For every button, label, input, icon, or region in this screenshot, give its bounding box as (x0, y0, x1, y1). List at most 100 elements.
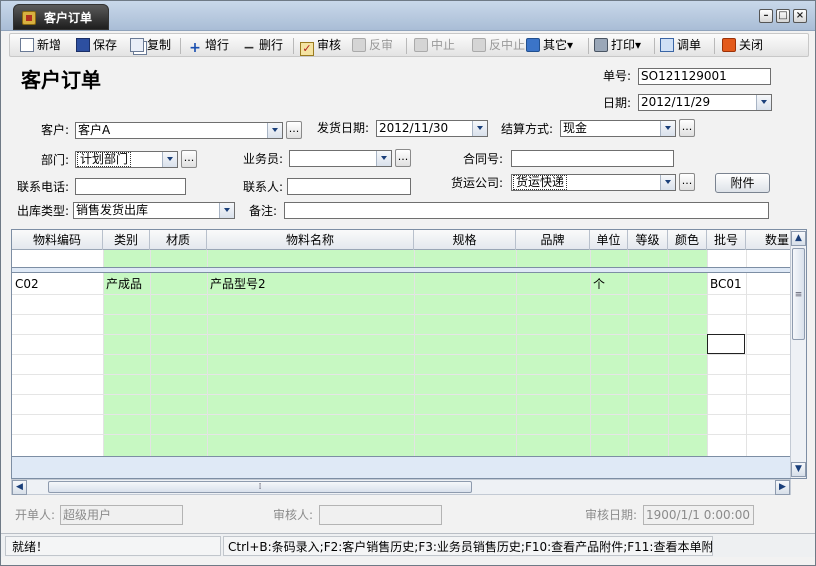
restore-icon[interactable]: □ (776, 9, 790, 23)
column-header-grade[interactable]: 等级 (628, 230, 668, 250)
unsuspend-button[interactable]: 反中止 (472, 35, 525, 55)
customer-select[interactable]: 客户A (75, 122, 283, 139)
scroll-up-icon[interactable]: ▲ (791, 231, 806, 246)
printer-icon (594, 38, 608, 52)
salesman-lookup-button[interactable]: ... (395, 149, 411, 167)
vertical-scrollbar[interactable]: ▲ ≡ ▼ (790, 230, 806, 478)
cell-material[interactable] (150, 274, 207, 294)
department-select[interactable]: 计划部门 (75, 151, 178, 168)
unsuspend-icon (472, 38, 486, 52)
chevron-down-icon[interactable] (376, 151, 391, 166)
adjust-button[interactable]: 调单 (660, 35, 701, 55)
remark-field[interactable] (284, 202, 769, 219)
ship-date-value: 2012/11/30 (379, 121, 449, 135)
settlement-select[interactable]: 现金 (560, 120, 676, 137)
outbound-type-select[interactable]: 销售发货出库 (73, 202, 235, 219)
cell-category[interactable]: 产成品 (103, 274, 150, 294)
order-window: 客户订单 – □ × 新增 保存 复制 + 增行 − 删行 ✓ 审核 反审 中止 反中… (0, 0, 816, 566)
cell-brand[interactable] (516, 274, 590, 294)
column-header-unit[interactable]: 单位 (590, 230, 628, 250)
print-button[interactable]: 打印▾ (594, 35, 641, 55)
suspend-button[interactable]: 中止 (414, 35, 455, 55)
remark-label: 备注: (248, 204, 277, 218)
delete-row-button[interactable]: − 删行 (242, 35, 283, 55)
column-header-qty[interactable]: 数量 (746, 230, 792, 250)
column-header-spec[interactable]: 规格 (414, 230, 516, 250)
new-button[interactable]: 新增 (20, 35, 61, 55)
cell-unit[interactable]: 个 (590, 274, 628, 294)
order-no-field[interactable]: SO121129001 (638, 68, 771, 85)
customer-lookup-button[interactable]: ... (286, 121, 302, 139)
phone-field[interactable] (75, 178, 186, 195)
chevron-down-icon[interactable] (219, 203, 234, 218)
active-cell-editor[interactable] (707, 334, 745, 354)
save-button[interactable]: 保存 (76, 35, 117, 55)
cell-name[interactable]: 产品型号2 (207, 274, 414, 294)
order-no-label: 单号: (602, 69, 631, 83)
contact-field[interactable] (287, 178, 411, 195)
chevron-down-icon[interactable] (267, 123, 282, 138)
chevron-down-icon[interactable] (660, 175, 675, 190)
horizontal-scroll-thumb[interactable]: ⁞ (48, 481, 472, 493)
scroll-right-icon[interactable]: ▶ (775, 480, 790, 495)
window-tab[interactable]: 客户订单 (13, 4, 109, 30)
cell-grade[interactable] (628, 274, 668, 294)
cell-batch[interactable]: BC01 (707, 274, 746, 294)
grid-filter-row[interactable] (12, 267, 792, 273)
chevron-down-icon[interactable] (660, 121, 675, 136)
row-divider (12, 354, 792, 355)
column-header-brand[interactable]: 品牌 (516, 230, 590, 250)
chevron-down-icon[interactable] (756, 95, 771, 110)
attachment-button[interactable]: 附件 (715, 173, 770, 193)
close-label: 关闭 (739, 38, 764, 52)
carrier-select[interactable]: 货运快递 (511, 174, 676, 191)
adjust-icon (660, 38, 674, 52)
close-button[interactable]: 关闭 (722, 35, 763, 55)
horizontal-scrollbar[interactable]: ◀ ⁞ ▶ (11, 479, 791, 495)
chevron-down-icon[interactable] (472, 121, 487, 136)
department-lookup-button[interactable]: ... (181, 150, 197, 168)
scroll-left-icon[interactable]: ◀ (12, 480, 27, 495)
creator-label: 开单人: (14, 508, 55, 522)
add-row-button[interactable]: + 增行 (188, 35, 229, 55)
status-shortcuts: Ctrl+B:条码录入;F2:客户销售历史;F3:业务员销售历史;F10:查看产… (223, 536, 713, 556)
save-icon (76, 38, 90, 52)
salesman-select[interactable] (289, 150, 392, 167)
approver-label: 审核人: (272, 508, 313, 522)
ship-date-picker[interactable]: 2012/11/30 (376, 120, 488, 137)
contract-no-field[interactable] (511, 150, 674, 167)
row-divider (12, 374, 792, 375)
minimize-icon[interactable]: – (759, 9, 773, 23)
cell-spec[interactable] (414, 274, 516, 294)
contract-no-label: 合同号: (462, 152, 503, 166)
other-menu-button[interactable]: 其它▾ (526, 35, 573, 55)
copy-button[interactable]: 复制 (130, 35, 171, 55)
column-header-name[interactable]: 物料名称 (207, 230, 414, 250)
settlement-lookup-button[interactable]: ... (679, 119, 695, 137)
carrier-lookup-button[interactable]: ... (679, 173, 695, 191)
carrier-value: 货运快递 (513, 175, 568, 190)
suspend-label: 中止 (431, 38, 456, 52)
date-picker[interactable]: 2012/11/29 (638, 94, 772, 111)
app-icon (22, 11, 36, 25)
scroll-down-icon[interactable]: ▼ (791, 462, 806, 477)
column-header-color[interactable]: 颜色 (668, 230, 707, 250)
vertical-scroll-thumb[interactable]: ≡ (792, 248, 805, 340)
close-icon[interactable]: × (793, 9, 807, 23)
cell-code[interactable]: C02 (12, 274, 103, 294)
approve-icon: ✓ (300, 42, 314, 56)
add-row-label: 增行 (205, 38, 230, 52)
chevron-down-icon[interactable] (162, 152, 177, 167)
unapprove-button[interactable]: 反审 (352, 35, 393, 55)
order-lines-grid[interactable]: 物料编码 类别 材质 物料名称 规格 品牌 单位 等级 颜色 批号 数量 C02… (11, 229, 807, 479)
approve-button[interactable]: ✓ 审核 (300, 35, 341, 56)
column-header-code[interactable]: 物料编码 (12, 230, 103, 250)
cell-qty[interactable] (746, 274, 792, 294)
row-divider (12, 414, 792, 415)
row-divider (12, 434, 792, 435)
cell-color[interactable] (668, 274, 707, 294)
close-icon (722, 38, 736, 52)
column-header-material[interactable]: 材质 (150, 230, 207, 250)
column-header-category[interactable]: 类别 (103, 230, 150, 250)
column-header-batch[interactable]: 批号 (707, 230, 746, 250)
